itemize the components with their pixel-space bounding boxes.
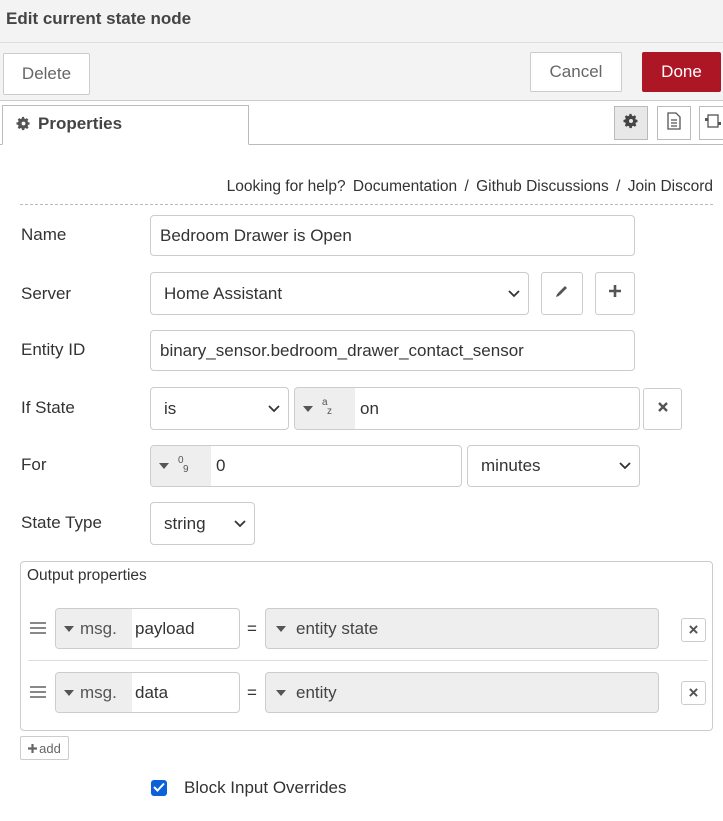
help-links: Looking for help? Documentation / Github… bbox=[0, 178, 713, 196]
output-value-label: entity state bbox=[296, 618, 379, 638]
done-button[interactable]: Done bbox=[642, 52, 721, 92]
if-state-value-typed-input[interactable]: az on bbox=[294, 387, 640, 430]
caret-down-icon bbox=[276, 689, 286, 696]
for-unit-value: minutes bbox=[481, 456, 541, 475]
block-input-overrides-checkbox[interactable] bbox=[151, 780, 167, 796]
clear-state-button[interactable] bbox=[643, 388, 682, 430]
drag-handle-icon[interactable] bbox=[30, 683, 46, 701]
entity-id-label: Entity ID bbox=[21, 340, 86, 359]
add-server-button[interactable] bbox=[595, 272, 635, 315]
chevron-down-icon bbox=[234, 519, 246, 527]
tab-properties-label: Properties bbox=[38, 114, 123, 133]
divider bbox=[20, 204, 713, 205]
caret-down-icon bbox=[276, 625, 286, 632]
github-discussions-link[interactable]: Github Discussions bbox=[476, 178, 609, 195]
chevron-down-icon bbox=[508, 289, 520, 297]
state-type-label: State Type bbox=[21, 513, 102, 532]
close-icon bbox=[689, 621, 698, 639]
caret-down-icon bbox=[64, 625, 74, 632]
help-separator: / bbox=[464, 178, 469, 195]
for-unit-select[interactable]: minutes bbox=[467, 445, 640, 487]
if-state-value: on bbox=[360, 398, 379, 418]
server-select-value: Home Assistant bbox=[164, 283, 283, 303]
if-state-label: If State bbox=[21, 398, 75, 417]
documentation-link[interactable]: Documentation bbox=[353, 178, 457, 195]
for-typed-input[interactable]: 09 0 bbox=[150, 445, 462, 487]
pencil-icon bbox=[555, 284, 569, 303]
caret-down-icon bbox=[64, 689, 74, 696]
help-separator: / bbox=[616, 178, 621, 195]
svg-text:9: 9 bbox=[183, 464, 189, 474]
document-icon bbox=[666, 111, 682, 135]
output-value-label: entity bbox=[296, 682, 337, 702]
msg-prefix: msg. bbox=[80, 682, 117, 702]
output-property-typed-input[interactable]: msg. payload bbox=[55, 608, 240, 649]
equals-sign: = bbox=[247, 619, 257, 638]
plus-icon bbox=[608, 284, 622, 303]
caret-down-icon bbox=[303, 405, 313, 412]
chevron-down-icon bbox=[619, 462, 631, 470]
az-string-icon: az bbox=[319, 396, 335, 421]
close-icon bbox=[657, 400, 669, 418]
09-number-icon: 09 bbox=[175, 454, 191, 479]
close-icon bbox=[689, 684, 698, 702]
output-properties-legend: Output properties bbox=[27, 567, 147, 584]
type-selector-button[interactable]: msg. bbox=[56, 609, 132, 648]
if-state-operator-value: is bbox=[164, 398, 177, 418]
type-selector-button[interactable]: msg. bbox=[56, 673, 132, 712]
dialog-title: Edit current state node bbox=[6, 9, 192, 28]
add-label: add bbox=[39, 740, 61, 756]
drag-handle-icon[interactable] bbox=[30, 619, 46, 637]
checkmark-icon bbox=[153, 779, 165, 797]
row-divider bbox=[28, 660, 708, 661]
type-selector-button[interactable]: 09 bbox=[151, 446, 211, 486]
edit-server-button[interactable] bbox=[541, 272, 583, 315]
node-appearance-icon bbox=[704, 113, 722, 134]
delete-button[interactable]: Delete bbox=[3, 53, 90, 95]
gear-icon bbox=[623, 113, 639, 134]
gear-icon bbox=[16, 116, 31, 136]
tab-appearance-icon-button[interactable] bbox=[699, 106, 723, 140]
state-type-select[interactable]: string bbox=[150, 502, 255, 545]
entity-id-input[interactable]: binary_sensor.bedroom_drawer_contact_sen… bbox=[150, 330, 635, 371]
add-output-property-button[interactable]: add bbox=[20, 736, 69, 760]
svg-text:z: z bbox=[327, 406, 332, 416]
join-discord-link[interactable]: Join Discord bbox=[628, 178, 713, 195]
remove-row-button[interactable] bbox=[681, 618, 706, 642]
output-value-select[interactable]: entity bbox=[265, 672, 659, 713]
help-prefix: Looking for help? bbox=[226, 178, 346, 195]
msg-prefix: msg. bbox=[80, 618, 117, 638]
if-state-operator-select[interactable]: is bbox=[150, 387, 289, 430]
for-value: 0 bbox=[216, 456, 226, 475]
output-property-name: payload bbox=[135, 618, 195, 638]
cancel-button[interactable]: Cancel bbox=[530, 52, 622, 92]
server-label: Server bbox=[21, 284, 72, 303]
tab-description-icon-button[interactable] bbox=[657, 106, 691, 140]
equals-sign: = bbox=[247, 683, 257, 702]
name-input[interactable]: Bedroom Drawer is Open bbox=[150, 215, 635, 256]
type-selector-button[interactable]: az bbox=[295, 388, 355, 429]
tab-settings-icon-button[interactable] bbox=[614, 106, 648, 140]
block-input-overrides-label: Block Input Overrides bbox=[184, 778, 347, 797]
caret-down-icon bbox=[159, 463, 169, 469]
remove-row-button[interactable] bbox=[681, 681, 706, 705]
output-property-name: data bbox=[135, 682, 169, 702]
output-property-typed-input[interactable]: msg. data bbox=[55, 672, 240, 713]
plus-icon bbox=[28, 741, 38, 756]
for-label: For bbox=[21, 455, 47, 474]
state-type-value: string bbox=[164, 513, 206, 533]
output-value-select[interactable]: entity state bbox=[265, 608, 659, 649]
name-label: Name bbox=[21, 225, 67, 244]
server-select[interactable]: Home Assistant bbox=[150, 272, 529, 315]
chevron-down-icon bbox=[268, 404, 280, 412]
